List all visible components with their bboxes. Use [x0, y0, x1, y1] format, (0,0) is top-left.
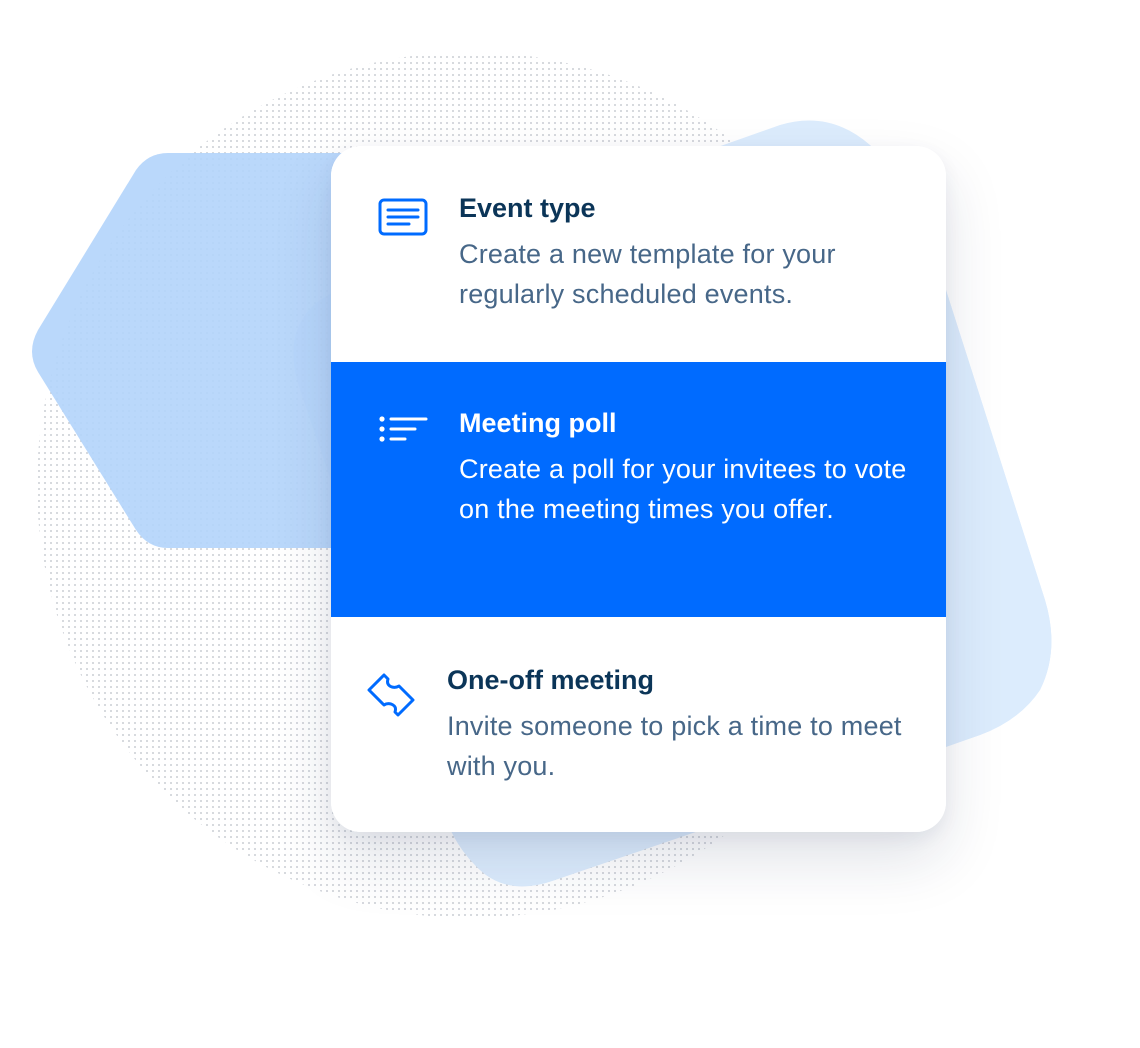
meeting-poll-icon [377, 407, 429, 459]
option-description: Invite someone to pick a time to meet wi… [447, 711, 902, 781]
ticket-icon [365, 671, 417, 723]
one-off-meeting-option[interactable]: One-off meeting Invite someone to pick a… [331, 617, 946, 832]
option-description: Create a poll for your invitees to vote … [459, 454, 907, 524]
option-description: Create a new template for your regularly… [459, 239, 836, 309]
create-options-menu: Event type Create a new template for you… [331, 146, 946, 832]
event-type-option[interactable]: Event type Create a new template for you… [331, 146, 946, 362]
option-title: Meeting poll [459, 408, 617, 438]
event-type-icon [377, 192, 429, 244]
illustration-stage: Event type Create a new template for you… [0, 0, 1140, 1048]
option-title: Event type [459, 193, 596, 223]
meeting-poll-option[interactable]: Meeting poll Create a poll for your invi… [331, 362, 946, 617]
option-title: One-off meeting [447, 665, 654, 695]
